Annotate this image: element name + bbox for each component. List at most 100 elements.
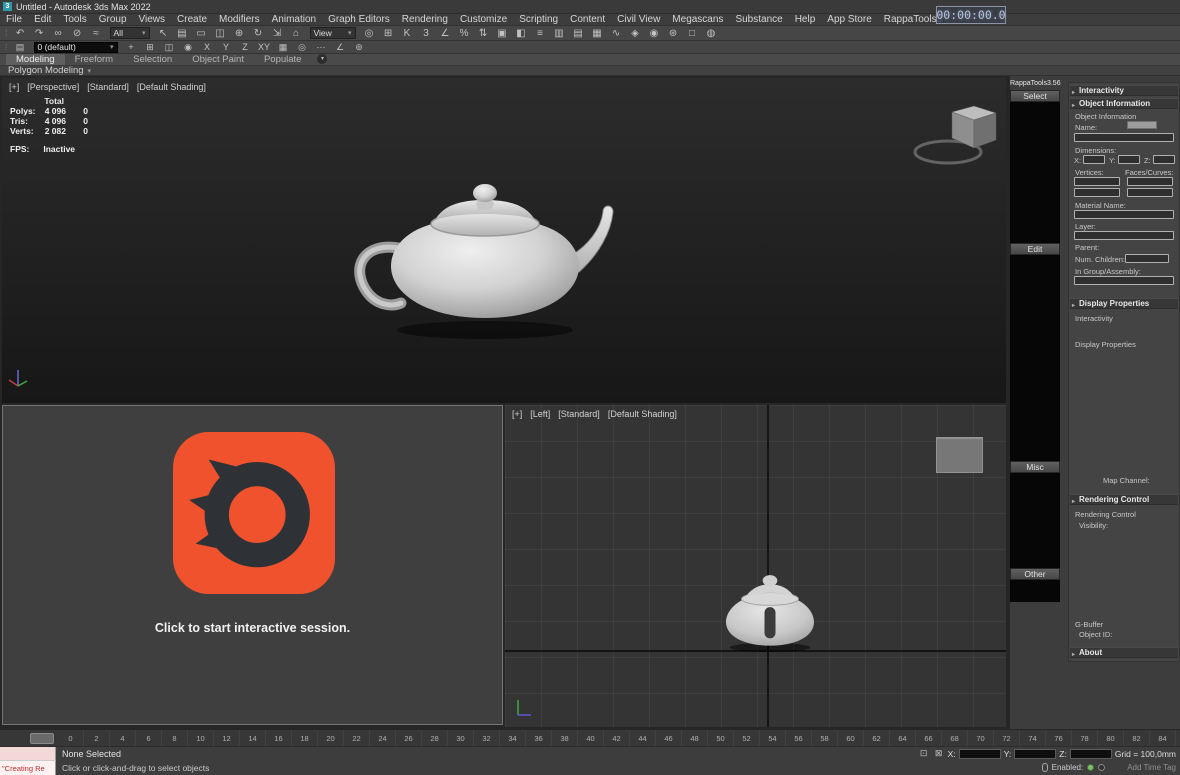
selection-filter-dropdown[interactable]: All ▾ xyxy=(109,27,150,39)
timeline-tick[interactable]: 24 xyxy=(370,730,396,746)
timeline-tick[interactable]: 12 xyxy=(214,730,240,746)
timeline-tick[interactable]: 80 xyxy=(1098,730,1124,746)
enabled-indicator-on[interactable] xyxy=(1087,764,1095,771)
timeline-tick[interactable]: 78 xyxy=(1072,730,1098,746)
timeline-tick[interactable]: 6 xyxy=(136,730,162,746)
rappatools-other-button[interactable]: Other xyxy=(1010,568,1060,580)
menu-item[interactable]: Content xyxy=(564,14,611,25)
render-setup-icon[interactable]: ⊛ xyxy=(665,27,682,40)
corona-interactive-panel[interactable]: Click to start interactive session. xyxy=(2,405,503,725)
selection-lock-icon[interactable]: ⊠ xyxy=(933,748,945,759)
rappatools-select-button[interactable]: Select xyxy=(1010,90,1060,102)
spinner-snap-icon[interactable]: ⇅ xyxy=(475,27,492,40)
curve-editor-icon[interactable]: ∿ xyxy=(608,27,625,40)
section-header-object-information[interactable]: ▸ Object Information xyxy=(1070,98,1178,109)
timeline-tick[interactable]: 54 xyxy=(760,730,786,746)
menu-item[interactable]: Views xyxy=(133,14,172,25)
select-objects-in-layer-icon[interactable]: ◫ xyxy=(161,42,178,53)
section-header-about[interactable]: ▸ About xyxy=(1070,647,1178,658)
toolbar-grip[interactable]: ⁞ xyxy=(5,41,8,53)
bind-to-space-warp-icon[interactable]: ≈ xyxy=(88,27,105,40)
axis-plane-constraint[interactable]: XY xyxy=(256,42,273,53)
timeline-tick[interactable]: 60 xyxy=(838,730,864,746)
add-selection-to-layer-icon[interactable]: ⊞ xyxy=(142,42,159,53)
select-and-manipulate-icon[interactable]: ⊞ xyxy=(380,27,397,40)
coord-y-field[interactable] xyxy=(1014,748,1057,759)
measure-tool-icon[interactable]: ∠ xyxy=(332,42,349,53)
ribbon-tab[interactable]: Populate xyxy=(254,54,312,65)
time-slider-handle[interactable] xyxy=(30,733,54,744)
section-header-interactivity[interactable]: ▸ Interactivity xyxy=(1070,85,1178,96)
timeline-tick[interactable]: 18 xyxy=(292,730,318,746)
isolate-selection-icon[interactable]: ⊡ xyxy=(918,748,930,759)
ribbon-icon[interactable]: ▦ xyxy=(589,27,606,40)
coord-z-field[interactable] xyxy=(1069,748,1112,759)
axis-x-constraint[interactable]: X xyxy=(199,42,216,53)
layer-explorer-icon[interactable]: ▤ xyxy=(570,27,587,40)
timeline-tick[interactable]: 10 xyxy=(188,730,214,746)
menu-item[interactable]: Group xyxy=(93,14,133,25)
timeline-tick[interactable]: 70 xyxy=(968,730,994,746)
material-name-field[interactable] xyxy=(1074,210,1174,219)
timeline-tick[interactable]: 14 xyxy=(240,730,266,746)
timeline-tick[interactable]: 52 xyxy=(734,730,760,746)
transform-toolbox-icon[interactable]: ⊚ xyxy=(351,42,368,53)
timeline-tick[interactable]: 58 xyxy=(812,730,838,746)
section-header-display-properties[interactable]: ▸ Display Properties xyxy=(1070,298,1178,309)
create-new-layer-icon[interactable]: + xyxy=(123,42,140,53)
layer-field[interactable] xyxy=(1074,231,1174,240)
window-crossing-icon[interactable]: ◫ xyxy=(212,27,229,40)
teapot-object[interactable] xyxy=(335,162,635,347)
in-group-field[interactable] xyxy=(1074,276,1174,285)
select-and-rotate-icon[interactable]: ↻ xyxy=(250,27,267,40)
menu-item[interactable]: Scripting xyxy=(513,14,564,25)
viewport-menu[interactable]: [Perspective] xyxy=(27,82,79,92)
viewport-menu[interactable]: [Standard] xyxy=(87,82,129,92)
select-object-icon[interactable]: ↖ xyxy=(155,27,172,40)
layer-dropdown[interactable]: 0 (default) ▾ xyxy=(33,41,118,53)
dim-x-field[interactable] xyxy=(1083,155,1105,164)
rappatools-edit-button[interactable]: Edit xyxy=(1010,243,1060,255)
viewport-menu[interactable]: [Default Shading] xyxy=(608,409,677,419)
timeline-tick[interactable]: 22 xyxy=(344,730,370,746)
add-time-tag[interactable]: Add Time Tag xyxy=(1127,763,1176,772)
name-pick-button[interactable] xyxy=(1127,121,1157,129)
viewport-menu[interactable]: [+] xyxy=(9,82,19,92)
menu-item[interactable]: Graph Editors xyxy=(322,14,396,25)
ribbon-minimize-toggle[interactable]: ▾ xyxy=(317,54,328,64)
rendering-control-item[interactable]: Rendering Control xyxy=(1075,510,1136,519)
name-field[interactable] xyxy=(1074,133,1174,142)
spacing-tool-icon[interactable]: ⋯ xyxy=(313,42,330,53)
timeline-tick[interactable]: 20 xyxy=(318,730,344,746)
viewport-left[interactable]: [+] [Left] [Standard] [Default Shading] xyxy=(505,405,1006,727)
material-editor-icon[interactable]: ◉ xyxy=(646,27,663,40)
reference-coordinate-dropdown[interactable]: View ▾ xyxy=(309,27,356,39)
timeline-tick[interactable]: 74 xyxy=(1020,730,1046,746)
angle-snap-icon[interactable]: ∠ xyxy=(437,27,454,40)
num-children-field[interactable] xyxy=(1125,254,1169,263)
use-pivot-center-icon[interactable]: ◎ xyxy=(361,27,378,40)
timeline-tick[interactable]: 36 xyxy=(526,730,552,746)
polygon-modeling-panel[interactable]: Polygon Modeling ▾ xyxy=(8,65,91,76)
timeline-tick[interactable]: 62 xyxy=(864,730,890,746)
vertices-field-2[interactable] xyxy=(1074,188,1120,197)
viewport-menu[interactable]: [Left] xyxy=(530,409,550,419)
dim-z-field[interactable] xyxy=(1153,155,1175,164)
ribbon-tab[interactable]: Modeling xyxy=(6,54,65,65)
select-and-place-icon[interactable]: ⌂ xyxy=(288,27,305,40)
dim-y-field[interactable] xyxy=(1118,155,1140,164)
ribbon-tab[interactable]: Object Paint xyxy=(182,54,254,65)
scene-explorer-icon[interactable]: ▥ xyxy=(551,27,568,40)
ribbon-tab[interactable]: Freeform xyxy=(65,54,124,65)
timeline-tick[interactable]: 42 xyxy=(604,730,630,746)
corona-logo[interactable] xyxy=(173,432,335,594)
viewport-menu[interactable]: [Standard] xyxy=(558,409,600,419)
viewport-menu[interactable]: [Default Shading] xyxy=(137,82,206,92)
timeline-tick[interactable]: 56 xyxy=(786,730,812,746)
timeline-tick[interactable]: 32 xyxy=(474,730,500,746)
timeline-tick[interactable]: 46 xyxy=(656,730,682,746)
render-production-icon[interactable]: ◍ xyxy=(703,27,720,40)
timeline-tick[interactable]: 72 xyxy=(994,730,1020,746)
rendered-frame-window-icon[interactable]: □ xyxy=(684,27,701,40)
menu-item[interactable]: File xyxy=(0,14,28,25)
